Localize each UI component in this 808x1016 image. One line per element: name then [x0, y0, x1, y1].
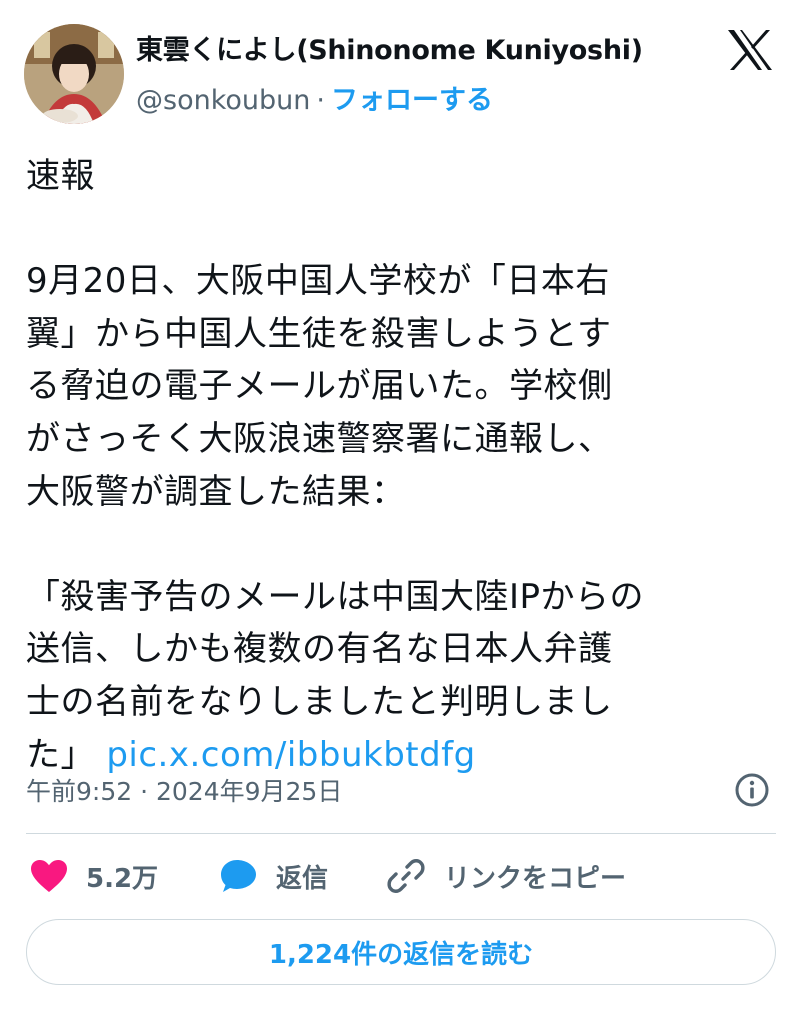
media-link[interactable]: pic.x.com/ibbukbtdfg: [106, 735, 475, 775]
display-name[interactable]: 東雲くによし(Shinonome Kuniyoshi): [136, 28, 643, 67]
copy-link-button[interactable]: リンクをコピー: [386, 850, 626, 902]
link-icon: [387, 859, 425, 893]
read-replies-button[interactable]: 1,224件の返信を読む: [26, 919, 776, 985]
handle[interactable]: @sonkoubun: [136, 85, 310, 116]
action-bar: 5.2万 返信 リンクをコピー: [26, 850, 776, 902]
heart-icon: [31, 860, 67, 892]
tweet-text-content: 速報 9月20日、大阪中国人学校が「日本右 翼」から中国人生徒を殺害しようとす …: [26, 156, 645, 775]
like-button[interactable]: 5.2万: [30, 850, 158, 902]
like-count: 5.2万: [86, 863, 159, 894]
avatar[interactable]: [24, 24, 124, 124]
tweet-text: 速報 9月20日、大阪中国人学校が「日本右 翼」から中国人生徒を殺害しようとす …: [26, 150, 786, 781]
info-icon[interactable]: [734, 772, 770, 808]
tweet-header: 東雲くによし(Shinonome Kuniyoshi) @sonkoubun · フ…: [0, 0, 808, 130]
separator-dot: ·: [316, 85, 325, 116]
read-replies-label: 1,224件の返信を読む: [268, 939, 534, 970]
x-logo-icon[interactable]: [726, 28, 774, 72]
divider: [26, 833, 776, 834]
reply-label: 返信: [276, 863, 329, 894]
timestamp[interactable]: 午前9:52 · 2024年9月25日: [26, 772, 342, 808]
handle-row: @sonkoubun · フォローする: [136, 78, 493, 117]
follow-button[interactable]: フォローする: [331, 85, 493, 116]
reply-button[interactable]: 返信: [220, 850, 328, 902]
reply-bubble-icon: [221, 860, 256, 892]
copy-link-label: リンクをコピー: [444, 863, 627, 894]
